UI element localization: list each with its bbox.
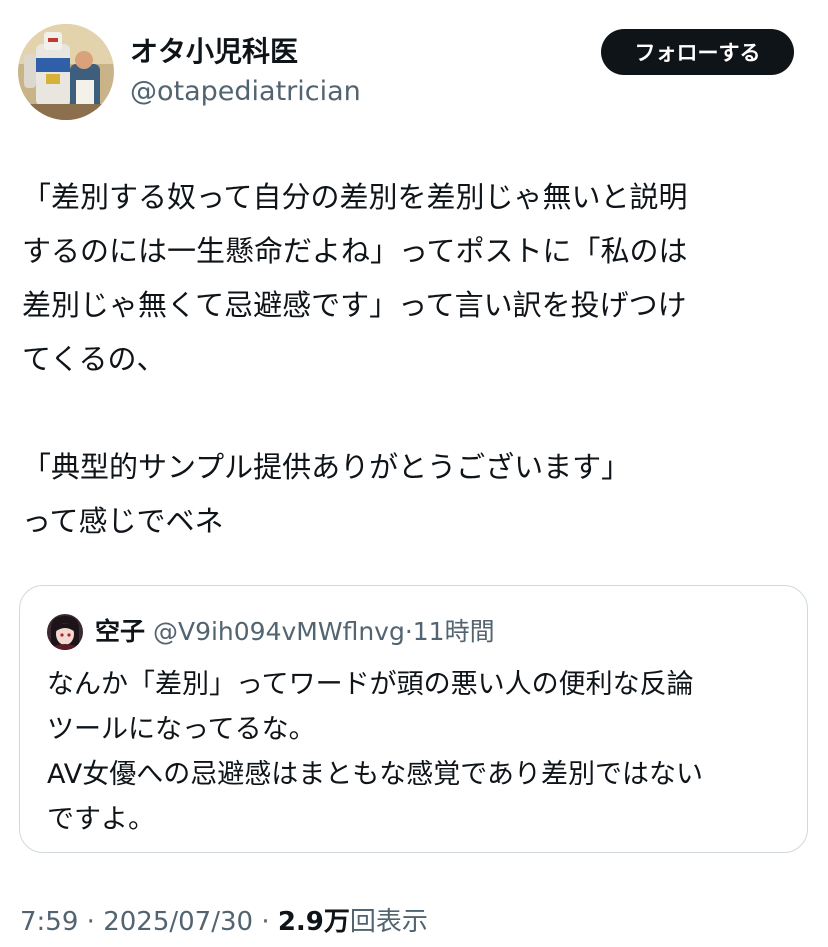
tweet-line: って感じでベネ: [22, 504, 224, 538]
tweet-blank-line: [22, 386, 812, 440]
author-avatar[interactable]: [18, 24, 114, 120]
quote-timestamp[interactable]: 11時間: [413, 617, 495, 646]
meta-separator: ·: [86, 907, 95, 937]
views-count: 2.9万: [277, 907, 350, 937]
tweet-line: てくるの、: [22, 342, 166, 376]
tweet-line: 「典型的サンプル提供ありがとうございます」: [22, 450, 631, 484]
tweet-meta: 7:59 · 2025/07/30 · 2.9万回表示: [20, 903, 428, 941]
quote-line: なんか「差別」ってワードが頭の悪い人の便利な反論: [47, 669, 694, 700]
quote-header: 空子 @V9ih094vMWflnvg·11時間: [95, 615, 495, 649]
tweet-text: 「差別する奴って自分の差別を差別じゃ無いと説明 するのには一生懸命だよね」ってポ…: [22, 170, 812, 548]
robot-avatar-icon: [18, 24, 114, 120]
author-handle[interactable]: @otapediatrician: [130, 74, 361, 110]
tweet-line: するのには一生懸命だよね」ってポストに「私のは: [22, 234, 688, 268]
quote-text: なんか「差別」ってワードが頭の悪い人の便利な反論 ツールになってるな。 AV女優…: [47, 662, 797, 842]
quote-line: ですよ。: [47, 804, 155, 835]
follow-button[interactable]: フォローする: [601, 29, 794, 75]
quote-handle[interactable]: @V9ih094vMWflnvg: [153, 617, 405, 646]
quote-line: AV女優への忌避感はまともな感覚であり差別ではない: [47, 759, 703, 790]
anime-girl-avatar-icon: [47, 614, 83, 650]
tweet-line: 差別じゃ無くて忌避感です」って言い訳を投げつけ: [22, 288, 687, 322]
quote-author-avatar[interactable]: [47, 614, 83, 650]
tweet-line: 「差別する奴って自分の差別を差別じゃ無いと説明: [22, 180, 688, 214]
post-date[interactable]: 2025/07/30: [103, 907, 253, 937]
post-time[interactable]: 7:59: [20, 907, 78, 937]
quoted-tweet-card[interactable]: 空子 @V9ih094vMWflnvg·11時間 なんか「差別」ってワードが頭の…: [19, 585, 808, 853]
quote-line: ツールになってるな。: [47, 714, 316, 745]
quote-separator: ·: [404, 617, 413, 646]
meta-separator: ·: [261, 907, 270, 937]
quote-display-name[interactable]: 空子: [95, 617, 145, 646]
author-display-name[interactable]: オタ小児科医: [130, 34, 298, 70]
views-label: 回表示: [349, 907, 428, 937]
